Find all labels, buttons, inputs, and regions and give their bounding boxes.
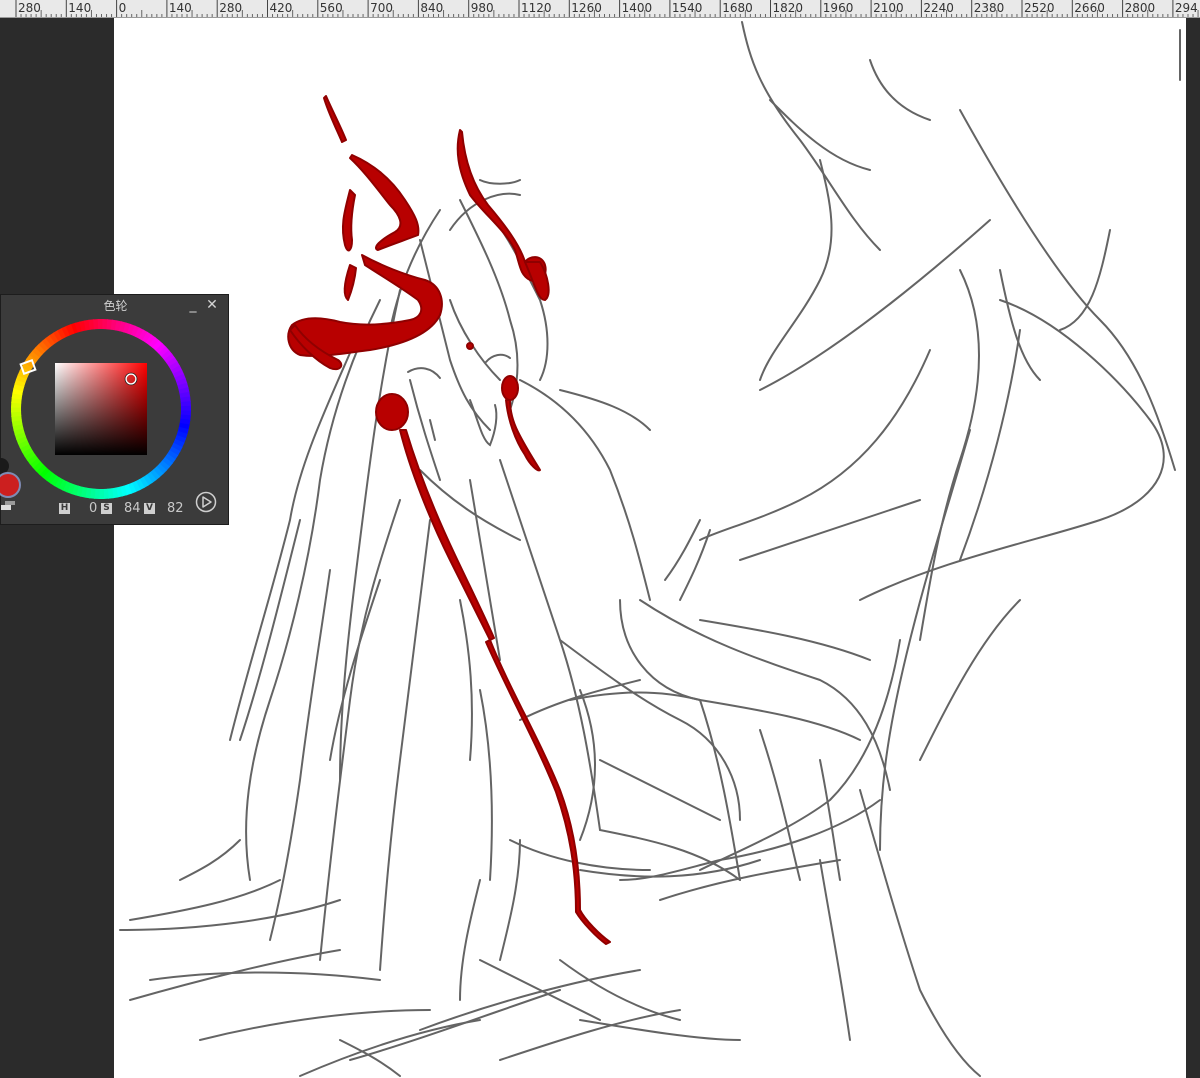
ruler-label: 280 — [18, 1, 41, 15]
drawing-canvas[interactable] — [114, 18, 1186, 1078]
ruler-label: 1400 — [621, 1, 653, 15]
s-label: S — [101, 503, 112, 514]
v-label: V — [144, 503, 155, 514]
ruler-label: 2240 — [923, 1, 954, 15]
ruler-label: 420 — [269, 1, 293, 15]
h-value[interactable]: 0 — [89, 501, 97, 517]
ruler-label: 140 — [68, 1, 92, 15]
ruler-label: 1820 — [772, 1, 804, 15]
play-icon[interactable] — [195, 491, 217, 513]
ruler-label: 2800 — [1124, 1, 1156, 15]
ruler-label: 560 — [319, 1, 343, 15]
ruler-label: 294 — [1174, 1, 1198, 15]
ruler-label: 1540 — [671, 1, 703, 15]
ruler-label: 980 — [470, 1, 494, 15]
ruler-label: 2380 — [973, 1, 1005, 15]
ruler-label: 700 — [370, 1, 393, 15]
ruler-label: 140 — [168, 1, 192, 15]
workspace-left — [0, 18, 114, 1078]
color-wheel-panel[interactable]: 色轮 _ ✕ H 0 S 84 V 82 — [0, 294, 229, 525]
ruler-label: 2100 — [873, 1, 904, 15]
sketch-artwork — [119, 21, 1181, 1077]
ruler-label: 840 — [420, 1, 444, 15]
ruler-label: 0 — [118, 1, 127, 15]
ruler-label: 280 — [219, 1, 243, 15]
horizontal-ruler[interactable]: 280 140 0 140 280 420 560 700 840 980 1120 1260 1400… — [0, 0, 1200, 18]
ruler-label: 1680 — [722, 1, 753, 15]
h-label: H — [59, 503, 70, 514]
swap-icon[interactable] — [1, 501, 15, 511]
ruler-label: 1120 — [521, 1, 552, 15]
s-value[interactable]: 84 — [124, 501, 141, 517]
minimize-icon[interactable]: _ — [185, 297, 201, 313]
v-value[interactable]: 82 — [167, 501, 184, 517]
color-wheel[interactable] — [1, 317, 230, 507]
ruler-label: 2520 — [1024, 1, 1055, 15]
workspace-right — [1186, 18, 1200, 1078]
close-icon[interactable]: ✕ — [204, 297, 220, 313]
ruler-label: 2660 — [1074, 1, 1105, 15]
ruler-label: 1960 — [822, 1, 854, 15]
ruler-label: 1260 — [571, 1, 602, 15]
